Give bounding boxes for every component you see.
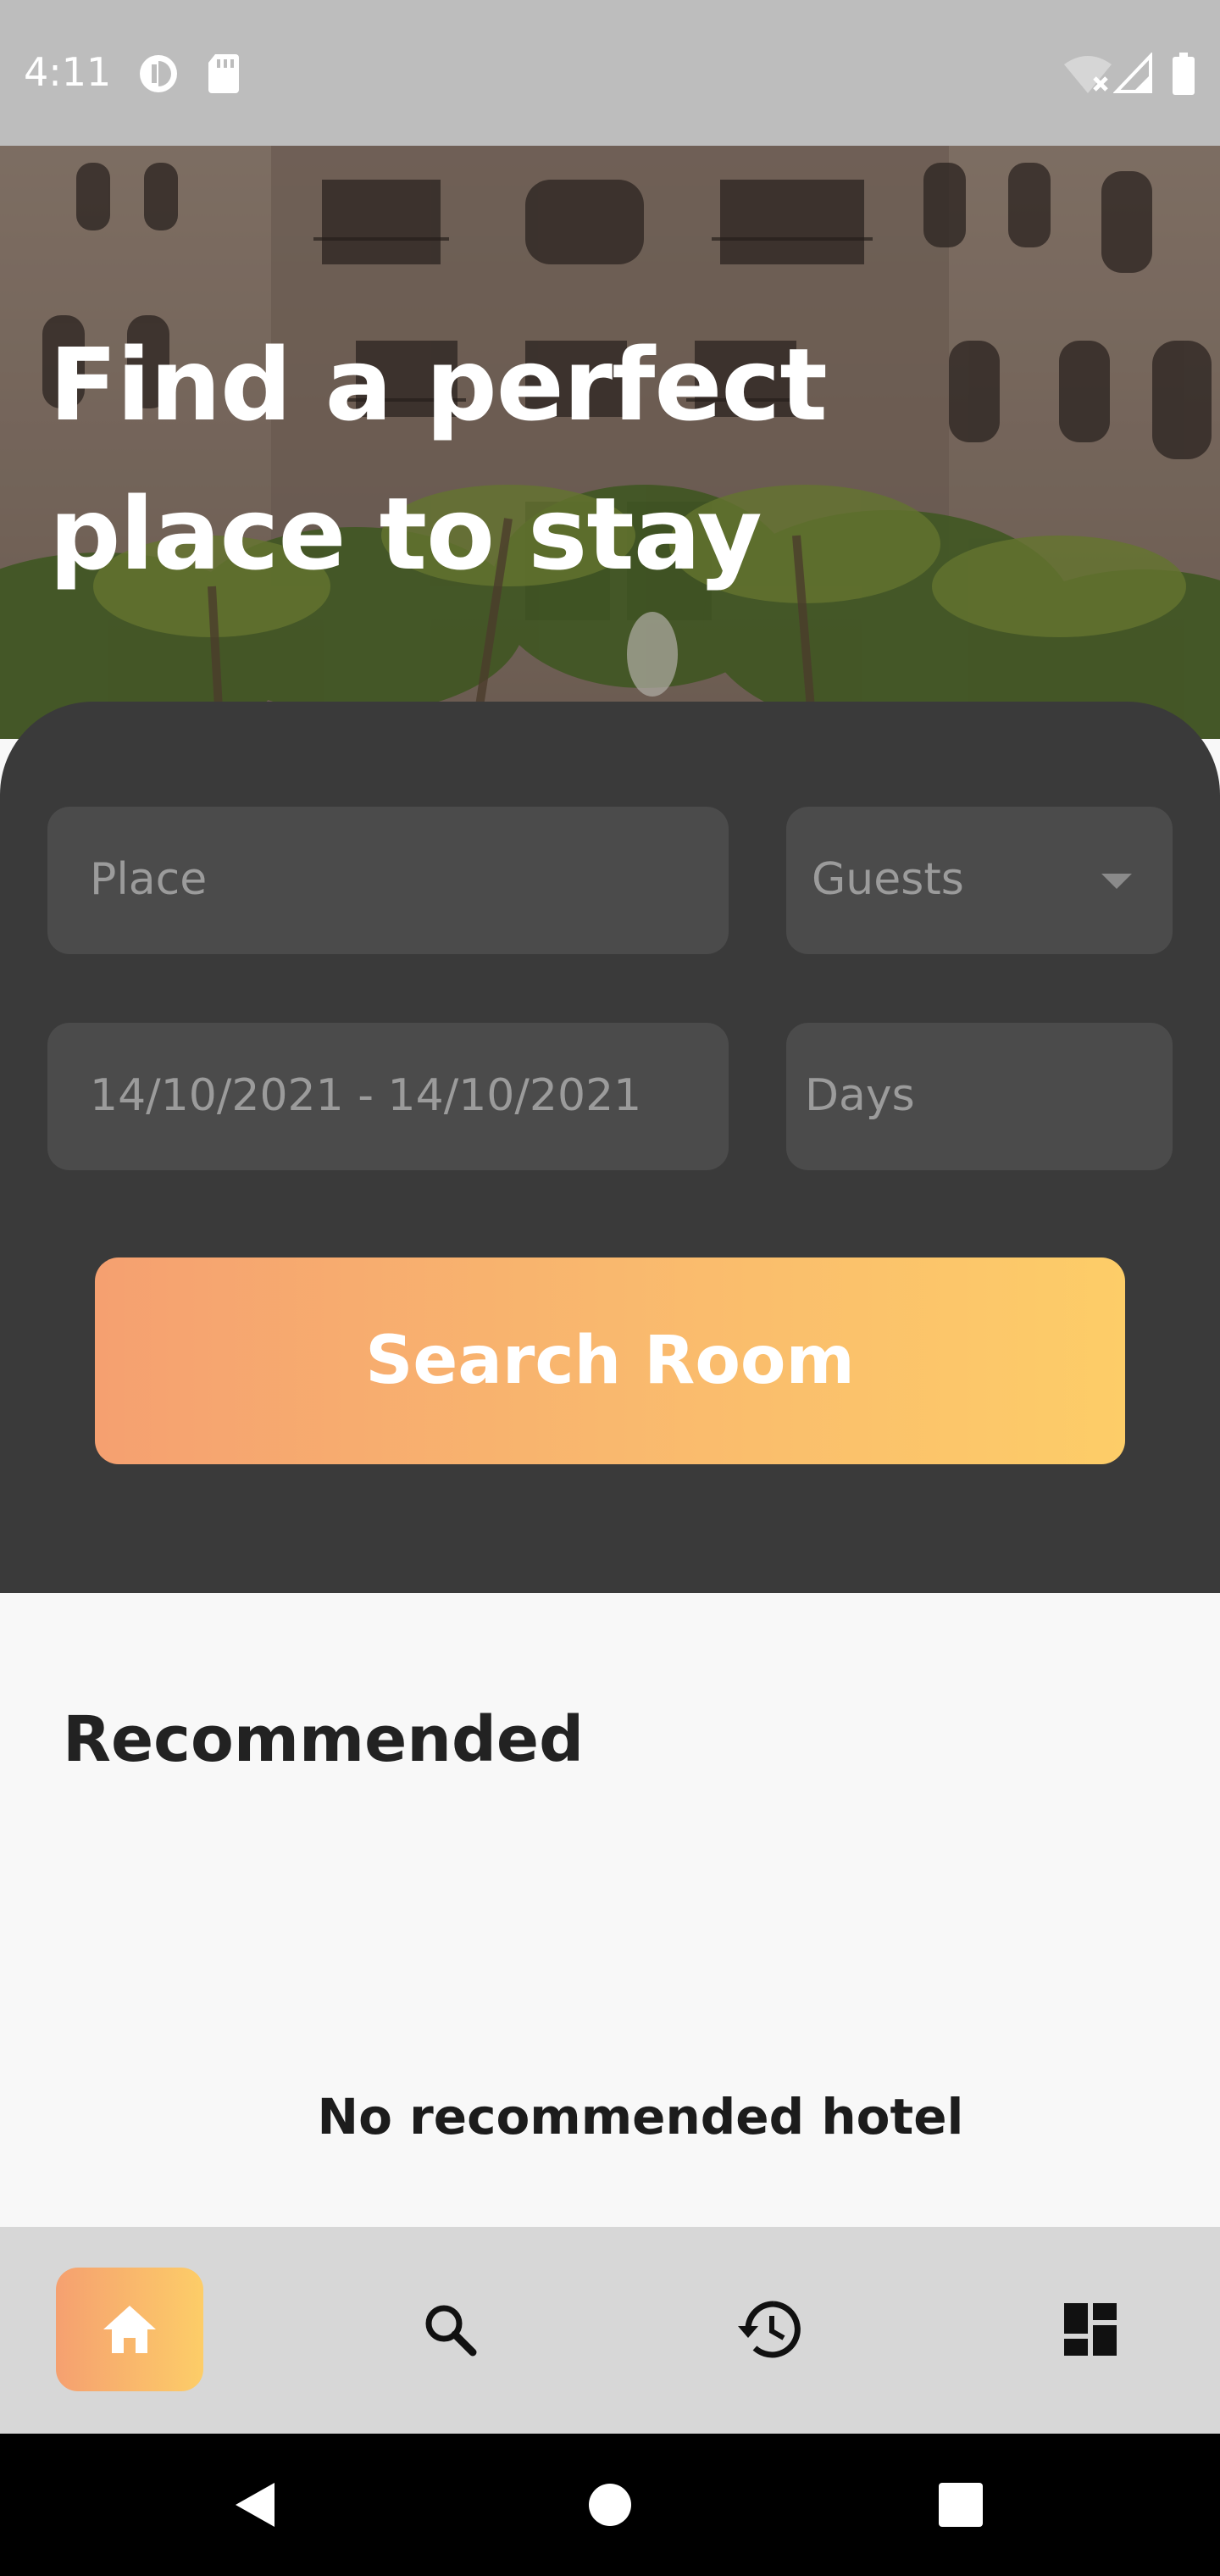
days-placeholder: Days <box>805 1070 915 1121</box>
home-icon <box>103 2306 156 2353</box>
signal-icon <box>1113 53 1152 93</box>
wifi-off-icon <box>1064 56 1112 93</box>
status-time: 4:11 <box>24 49 112 95</box>
sd-card-icon <box>208 54 239 93</box>
date-range-field[interactable]: 14/10/2021 - 14/10/2021 <box>47 1023 729 1170</box>
system-recents-button[interactable] <box>910 2434 1012 2576</box>
nav-history[interactable] <box>696 2268 844 2391</box>
system-back-button[interactable] <box>203 2434 305 2576</box>
hero-banner: Find a perfect place to stay <box>0 146 1220 739</box>
recents-icon <box>939 2483 983 2527</box>
place-placeholder: Place <box>90 854 208 905</box>
home-circle-icon <box>589 2484 631 2526</box>
dashboard-icon <box>1064 2303 1117 2356</box>
bottom-nav <box>0 2227 1220 2434</box>
history-icon <box>738 2301 801 2358</box>
data-saver-icon <box>140 55 177 92</box>
nav-dashboard[interactable] <box>1017 2268 1164 2391</box>
hero-title: Find a perfect place to stay <box>49 326 828 592</box>
search-room-label: Search Room <box>365 1323 855 1399</box>
days-field[interactable]: Days <box>786 1023 1173 1170</box>
empty-state-message: No recommended hotel <box>317 2088 964 2146</box>
status-bar: 4:11 <box>0 0 1220 146</box>
chevron-down-icon <box>1101 874 1132 889</box>
guests-dropdown[interactable]: Guests <box>786 807 1173 954</box>
system-nav-bar <box>0 2434 1220 2576</box>
date-range-value: 14/10/2021 - 14/10/2021 <box>90 1070 642 1121</box>
nav-home[interactable] <box>56 2268 203 2391</box>
nav-search[interactable] <box>376 2268 524 2391</box>
guests-placeholder: Guests <box>812 854 964 905</box>
back-icon <box>236 2483 274 2527</box>
search-room-button[interactable]: Search Room <box>95 1257 1125 1464</box>
place-field[interactable]: Place <box>47 807 729 954</box>
search-icon <box>425 2305 477 2357</box>
recommended-heading: Recommended <box>63 1703 585 1776</box>
battery-icon <box>1173 53 1195 95</box>
system-home-button[interactable] <box>559 2434 661 2576</box>
